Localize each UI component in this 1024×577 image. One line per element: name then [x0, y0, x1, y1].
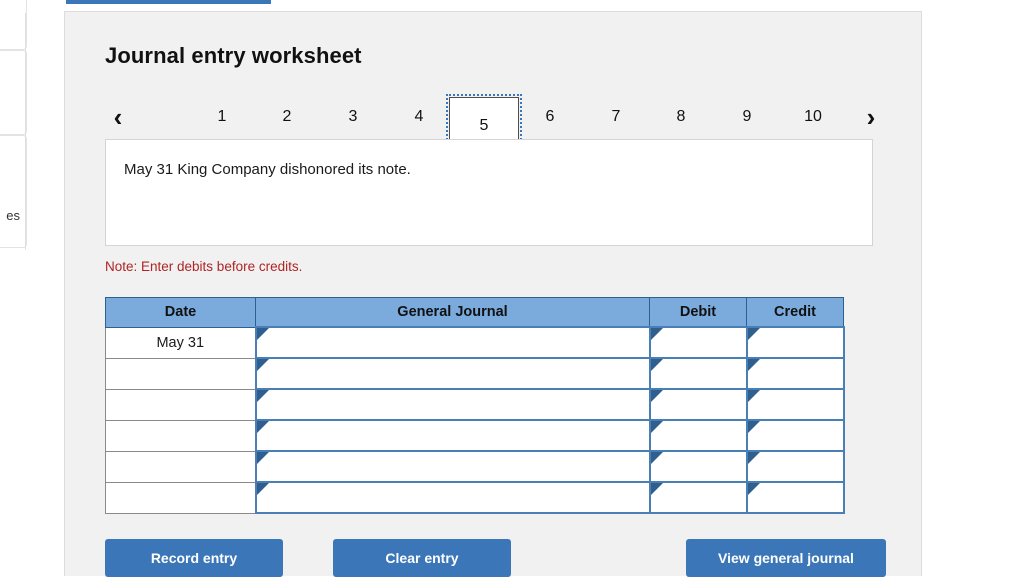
cell-selector-icon	[650, 483, 663, 495]
table-row	[105, 388, 845, 421]
date-cell[interactable]	[105, 357, 256, 390]
debit-cell[interactable]	[648, 357, 748, 390]
page-title: Journal entry worksheet	[105, 43, 362, 68]
cell-selector-icon	[650, 390, 663, 402]
sidebar-card	[0, 0, 27, 50]
transaction-description-box: May 31 King Company dishonored its note.	[105, 139, 873, 246]
chevron-left-icon[interactable]: ‹	[105, 102, 131, 132]
cell-selector-icon	[747, 421, 760, 433]
transaction-description-text: May 31 King Company dishonored its note.	[124, 161, 411, 178]
cell-selector-icon	[747, 328, 760, 340]
cell-selector-icon	[650, 421, 663, 433]
journal-entry-table: Date General Journal Debit Credit May 31	[105, 297, 845, 514]
cell-selector-icon	[650, 452, 663, 464]
cell-selector-icon	[256, 452, 269, 464]
cell-selector-icon	[747, 452, 760, 464]
table-row	[105, 450, 845, 483]
pagination-page-3[interactable]: 3	[331, 104, 375, 130]
debit-cell[interactable]	[648, 326, 748, 359]
table-row	[105, 419, 845, 452]
cell-selector-icon	[650, 359, 663, 371]
left-sidebar-fragment: es	[0, 0, 27, 250]
cell-selector-icon	[650, 328, 663, 340]
debit-cell[interactable]	[648, 419, 748, 452]
general-journal-cell[interactable]	[254, 357, 651, 390]
table-header-row: Date General Journal Debit Credit	[105, 297, 844, 328]
general-journal-cell[interactable]	[254, 419, 651, 452]
date-cell[interactable]	[105, 419, 256, 452]
date-cell[interactable]	[105, 388, 256, 421]
column-header-date: Date	[105, 297, 256, 328]
cell-selector-icon	[747, 483, 760, 495]
view-general-journal-button[interactable]: View general journal	[686, 539, 886, 577]
table-row: May 31	[105, 326, 845, 359]
date-cell[interactable]: May 31	[105, 326, 256, 359]
chevron-right-icon[interactable]: ›	[858, 102, 884, 132]
credit-cell[interactable]	[745, 388, 845, 421]
active-tab-underline	[66, 0, 271, 4]
pagination-page-2[interactable]: 2	[265, 104, 309, 130]
date-cell[interactable]	[105, 481, 256, 514]
pagination-page-9[interactable]: 9	[725, 104, 769, 130]
debit-cell[interactable]	[648, 450, 748, 483]
cell-selector-icon	[747, 390, 760, 402]
cell-selector-icon	[256, 421, 269, 433]
pagination-page-7[interactable]: 7	[594, 104, 638, 130]
credit-cell[interactable]	[745, 481, 845, 514]
cell-selector-icon	[747, 359, 760, 371]
record-entry-button[interactable]: Record entry	[105, 539, 283, 577]
table-row	[105, 481, 845, 514]
cell-selector-icon	[256, 328, 269, 340]
sidebar-card: es	[0, 135, 27, 248]
general-journal-cell[interactable]	[254, 326, 651, 359]
credit-cell[interactable]	[745, 419, 845, 452]
date-cell[interactable]	[105, 450, 256, 483]
clear-entry-button[interactable]: Clear entry	[333, 539, 511, 577]
general-journal-cell[interactable]	[254, 481, 651, 514]
column-header-credit: Credit	[746, 297, 844, 328]
debit-cell[interactable]	[648, 388, 748, 421]
credit-cell[interactable]	[745, 357, 845, 390]
sidebar-divider	[25, 13, 26, 250]
sidebar-card-clipped-label: es	[6, 208, 20, 223]
journal-entry-worksheet-panel: Journal entry worksheet ‹ › 1 2 3 4 5 6 7 8 9 10 …	[64, 11, 922, 577]
debit-cell[interactable]	[648, 481, 748, 514]
sidebar-card	[0, 50, 27, 135]
cell-selector-icon	[256, 359, 269, 371]
pagination-page-6[interactable]: 6	[528, 104, 572, 130]
pagination-page-8[interactable]: 8	[659, 104, 703, 130]
credit-cell[interactable]	[745, 450, 845, 483]
cell-selector-icon	[256, 390, 269, 402]
credit-cell[interactable]	[745, 326, 845, 359]
debits-before-credits-note: Note: Enter debits before credits.	[105, 259, 303, 274]
table-row	[105, 357, 845, 390]
cell-selector-icon	[256, 483, 269, 495]
general-journal-cell[interactable]	[254, 388, 651, 421]
pagination-page-1[interactable]: 1	[200, 104, 244, 130]
pagination-page-10[interactable]: 10	[791, 104, 835, 130]
general-journal-cell[interactable]	[254, 450, 651, 483]
pagination-page-4[interactable]: 4	[397, 104, 441, 130]
column-header-general-journal: General Journal	[255, 297, 650, 328]
column-header-debit: Debit	[649, 297, 747, 328]
